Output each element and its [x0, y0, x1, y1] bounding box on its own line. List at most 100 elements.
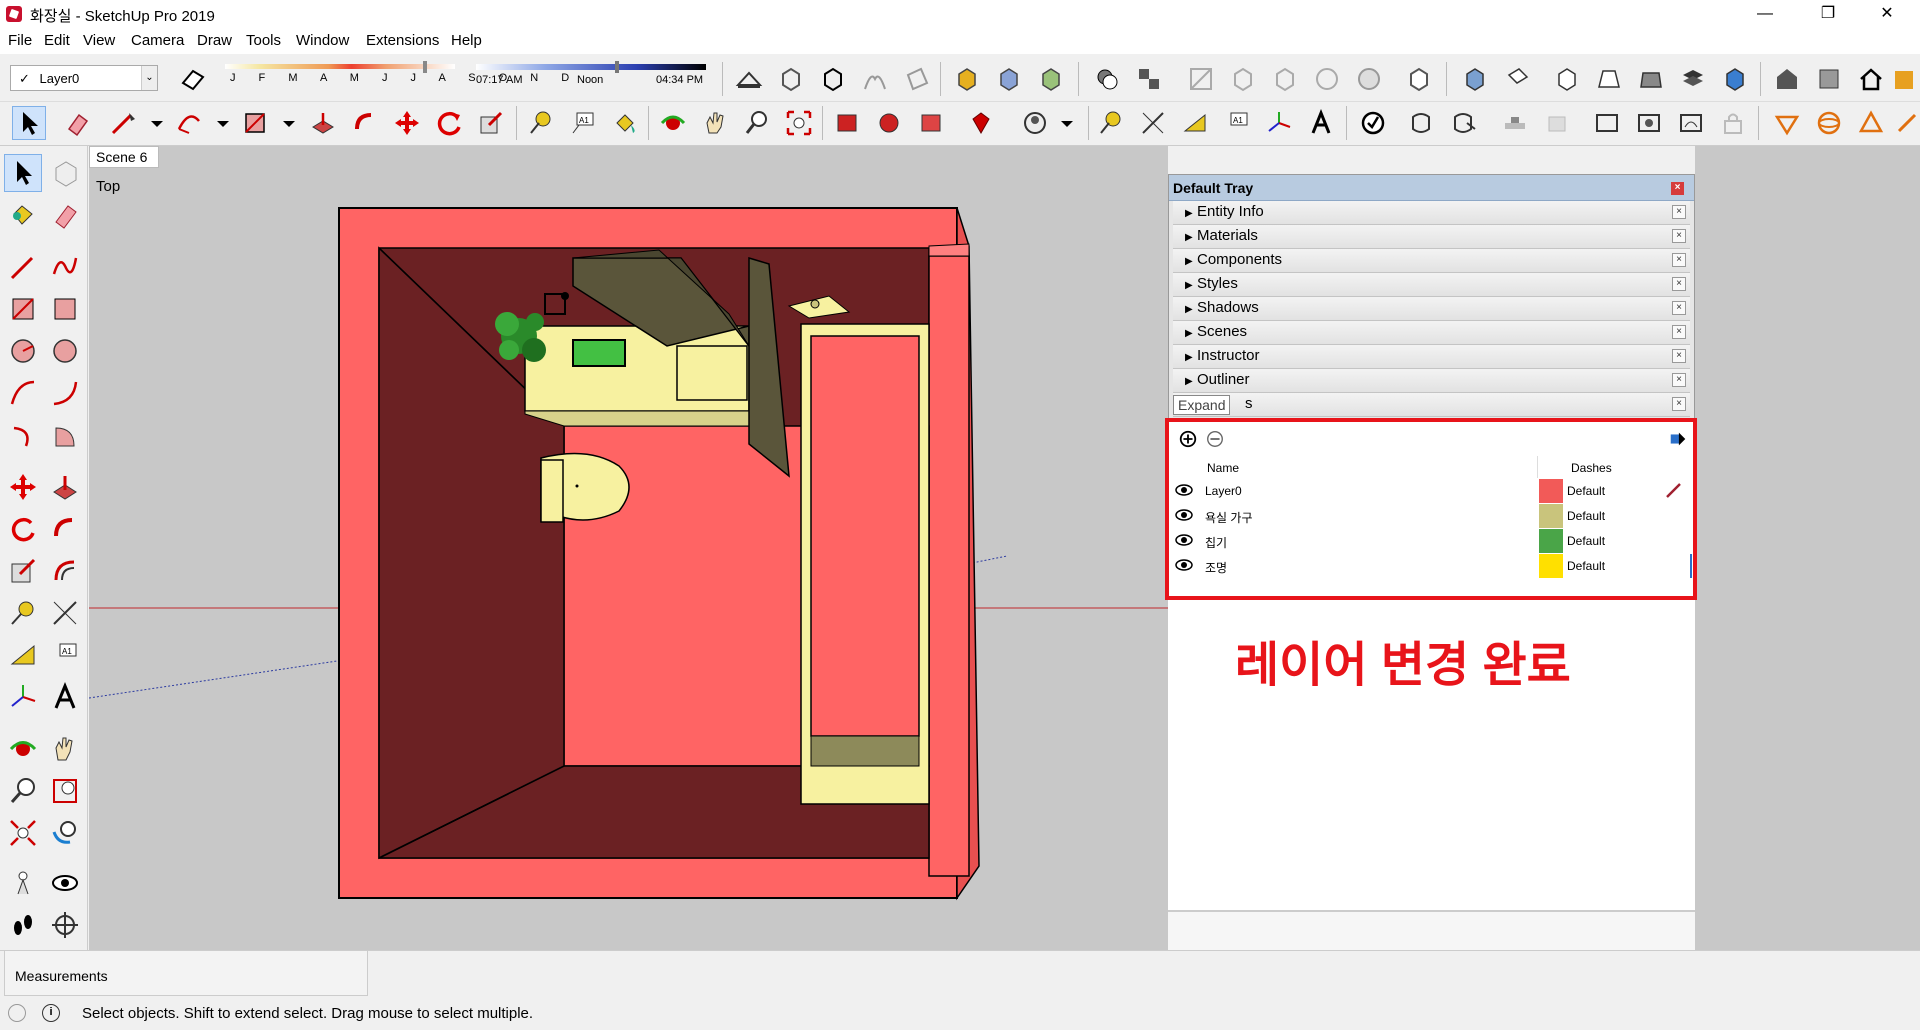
- solid-tools-icon[interactable]: [1356, 106, 1390, 140]
- top-view-icon[interactable]: [1500, 62, 1534, 96]
- measurements-box[interactable]: Measurements: [4, 950, 368, 996]
- share-model-icon[interactable]: [914, 106, 948, 140]
- pan-palette-icon[interactable]: [46, 730, 84, 768]
- style-wire-icon[interactable]: [1184, 62, 1218, 96]
- rotated-rectangle-icon[interactable]: [46, 290, 84, 328]
- polygon-icon[interactable]: [46, 332, 84, 370]
- tray-scenes[interactable]: ▶ Scenes ×: [1173, 321, 1690, 345]
- tray-shadows[interactable]: ▶ Shadows ×: [1173, 297, 1690, 321]
- monochrome-icon[interactable]: [1034, 62, 1068, 96]
- eraser-layer-icon[interactable]: [176, 62, 210, 96]
- pencil-icon[interactable]: [4, 248, 42, 286]
- intersect-icon[interactable]: [1446, 106, 1480, 140]
- share-component-icon[interactable]: [872, 106, 906, 140]
- tape-palette-icon[interactable]: [4, 594, 42, 632]
- arc-tool-icon[interactable]: [172, 106, 206, 140]
- info-icon[interactable]: i: [42, 1004, 60, 1022]
- offset-icon[interactable]: [46, 552, 84, 590]
- paint-bucket-icon[interactable]: [608, 106, 642, 140]
- rectangle-palette-icon[interactable]: [4, 290, 42, 328]
- close-button[interactable]: ✕: [1864, 2, 1910, 26]
- section-plane-icon[interactable]: [732, 62, 766, 96]
- pie-icon[interactable]: [46, 416, 84, 454]
- split-icon[interactable]: [1632, 106, 1666, 140]
- zoom-window-icon[interactable]: [46, 772, 84, 810]
- right-view-icon[interactable]: [1592, 62, 1626, 96]
- close-icon[interactable]: ×: [1672, 253, 1686, 267]
- pan-hand-icon[interactable]: [698, 106, 732, 140]
- cone-icon[interactable]: [1854, 106, 1888, 140]
- make-component-icon[interactable]: [46, 154, 84, 192]
- menu-draw[interactable]: Draw: [197, 32, 232, 49]
- xray-icon[interactable]: [774, 62, 808, 96]
- style-grid-icon[interactable]: [1310, 62, 1344, 96]
- 3d-text-palette-icon[interactable]: [46, 678, 84, 716]
- restore-button[interactable]: ❐: [1805, 2, 1851, 26]
- line-tool-icon[interactable]: [106, 106, 140, 140]
- shell-icon[interactable]: [1674, 106, 1708, 140]
- push-pull-palette-icon[interactable]: [46, 468, 84, 506]
- group-icon[interactable]: [1132, 62, 1166, 96]
- subtract-icon[interactable]: [1540, 106, 1574, 140]
- 3d-text-icon[interactable]: [1304, 106, 1338, 140]
- select-arrow-icon[interactable]: [4, 154, 42, 192]
- home-icon[interactable]: [1854, 62, 1888, 96]
- section-plane-palette-icon[interactable]: [46, 906, 84, 944]
- position-camera-icon[interactable]: [4, 864, 42, 902]
- follow-me-icon[interactable]: [348, 106, 382, 140]
- tray-entity-info[interactable]: ▶ Entity Info ×: [1173, 201, 1690, 225]
- ruby-console-icon[interactable]: [964, 106, 998, 140]
- shaded-icon[interactable]: [950, 62, 984, 96]
- close-icon[interactable]: ×: [1672, 205, 1686, 219]
- back-edges-icon[interactable]: [816, 62, 850, 96]
- scale-palette-icon[interactable]: [4, 552, 42, 590]
- close-icon[interactable]: ×: [1672, 277, 1686, 291]
- wireframe-icon[interactable]: [858, 62, 892, 96]
- sandbox-icon[interactable]: [1770, 106, 1804, 140]
- text-palette-icon[interactable]: A1: [46, 636, 84, 674]
- zoom-icon[interactable]: [740, 106, 774, 140]
- warehouse-model-icon[interactable]: [830, 106, 864, 140]
- move-tool-icon[interactable]: [390, 106, 424, 140]
- tray-close-icon[interactable]: ×: [1671, 182, 1684, 195]
- drape-icon[interactable]: [1890, 106, 1920, 140]
- protractor-icon[interactable]: [1178, 106, 1212, 140]
- close-icon[interactable]: ×: [1672, 229, 1686, 243]
- freehand-icon[interactable]: [46, 248, 84, 286]
- dimension-palette-icon[interactable]: [46, 594, 84, 632]
- rectangle-tool-icon[interactable]: [238, 106, 272, 140]
- eraser-icon[interactable]: [60, 106, 94, 140]
- orbit-icon[interactable]: [656, 106, 690, 140]
- text-tool-icon[interactable]: A1: [566, 106, 600, 140]
- arc-dropdown-icon[interactable]: [206, 106, 240, 140]
- tape-measure-icon[interactable]: [524, 106, 558, 140]
- menu-help[interactable]: Help: [451, 32, 482, 49]
- outliner-toggle-icon[interactable]: [1402, 62, 1436, 96]
- hidden-line-icon[interactable]: [900, 62, 934, 96]
- close-icon[interactable]: ×: [1672, 349, 1686, 363]
- circle-icon[interactable]: [4, 332, 42, 370]
- select-tool-icon[interactable]: [12, 106, 46, 140]
- tray-outliner[interactable]: ▶ Outliner ×: [1173, 369, 1690, 393]
- iso-view-icon[interactable]: [1458, 62, 1492, 96]
- geo-location-icon[interactable]: [8, 1004, 26, 1022]
- tape-measure-2-icon[interactable]: [1094, 106, 1128, 140]
- component-icon[interactable]: [1090, 62, 1124, 96]
- shaded-textures-icon[interactable]: [992, 62, 1026, 96]
- style-cube1-icon[interactable]: [1226, 62, 1260, 96]
- close-icon[interactable]: ×: [1672, 373, 1686, 387]
- style-cube2-icon[interactable]: [1268, 62, 1302, 96]
- profile-icon[interactable]: [1018, 106, 1052, 140]
- axes-palette-icon[interactable]: [4, 678, 42, 716]
- follow-me-palette-icon[interactable]: [46, 510, 84, 548]
- zoom-extents-icon[interactable]: [782, 106, 816, 140]
- move-palette-icon[interactable]: [4, 468, 42, 506]
- two-point-arc-icon[interactable]: [46, 374, 84, 412]
- menu-edit[interactable]: Edit: [44, 32, 70, 49]
- tray-components[interactable]: ▶ Components ×: [1173, 249, 1690, 273]
- union-icon[interactable]: [1498, 106, 1532, 140]
- scale-tool-icon[interactable]: [474, 106, 508, 140]
- shadow-time-slider[interactable]: [476, 64, 706, 70]
- paint-bucket-palette-icon[interactable]: [4, 196, 42, 234]
- tray-instructor[interactable]: ▶ Instructor ×: [1173, 345, 1690, 369]
